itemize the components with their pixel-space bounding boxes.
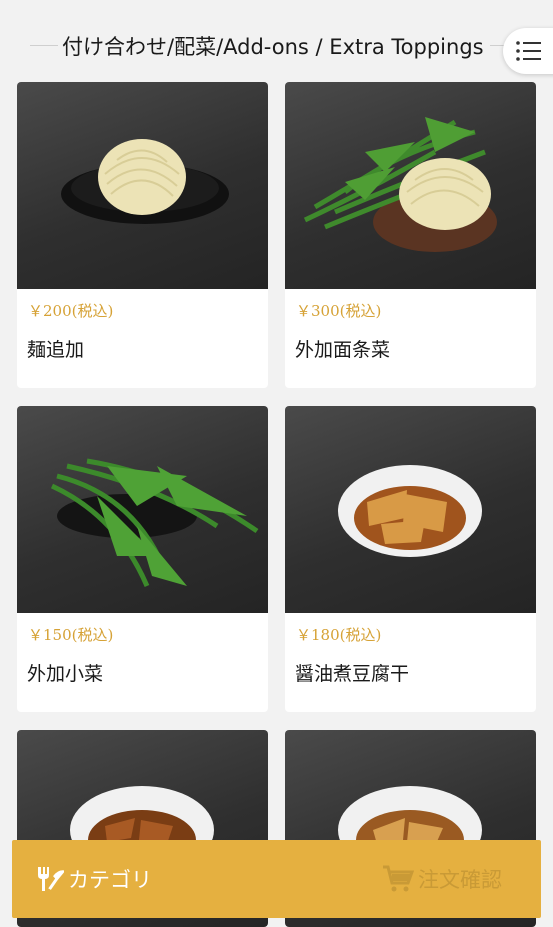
order-confirm-label: 注文確認	[418, 868, 502, 892]
category-button[interactable]: カテゴリ	[34, 858, 152, 900]
section-title: 付け合わせ/配菜/Add-ons / Extra Toppings	[62, 35, 484, 59]
product-card[interactable]: ￥200(税込) 麺追加	[17, 82, 268, 388]
bottom-action-bar: カテゴリ 注文確認	[12, 840, 541, 918]
product-photo-noodles	[17, 82, 268, 289]
section-header: 付け合わせ/配菜/Add-ons / Extra Toppings	[0, 0, 553, 82]
order-confirm-button[interactable]: 注文確認	[382, 858, 502, 900]
product-name: 麺追加	[27, 339, 85, 361]
cart-icon	[383, 865, 414, 892]
product-photo-braised-tofu	[285, 406, 536, 613]
product-price: ￥300(税込)	[296, 302, 382, 320]
product-price: ￥180(税込)	[296, 626, 382, 644]
product-price: ￥150(税込)	[28, 626, 114, 644]
product-name: 醤油煮豆腐干	[295, 663, 410, 685]
product-name: 外加面条菜	[295, 339, 391, 361]
header-divider-right	[490, 45, 504, 46]
product-photo-greens	[17, 406, 268, 613]
category-list-button[interactable]	[503, 28, 553, 74]
header-divider-left	[30, 45, 58, 46]
product-card[interactable]: ￥300(税込) 外加面条菜	[285, 82, 536, 388]
product-photo-noodles-greens	[285, 82, 536, 289]
utensils-icon	[38, 867, 64, 891]
product-name: 外加小菜	[27, 663, 104, 685]
product-price: ￥200(税込)	[28, 302, 114, 320]
product-card[interactable]: ￥180(税込) 醤油煮豆腐干	[285, 406, 536, 712]
product-card[interactable]: ￥150(税込) 外加小菜	[17, 406, 268, 712]
category-label: カテゴリ	[68, 868, 152, 892]
list-menu-icon	[516, 41, 541, 61]
